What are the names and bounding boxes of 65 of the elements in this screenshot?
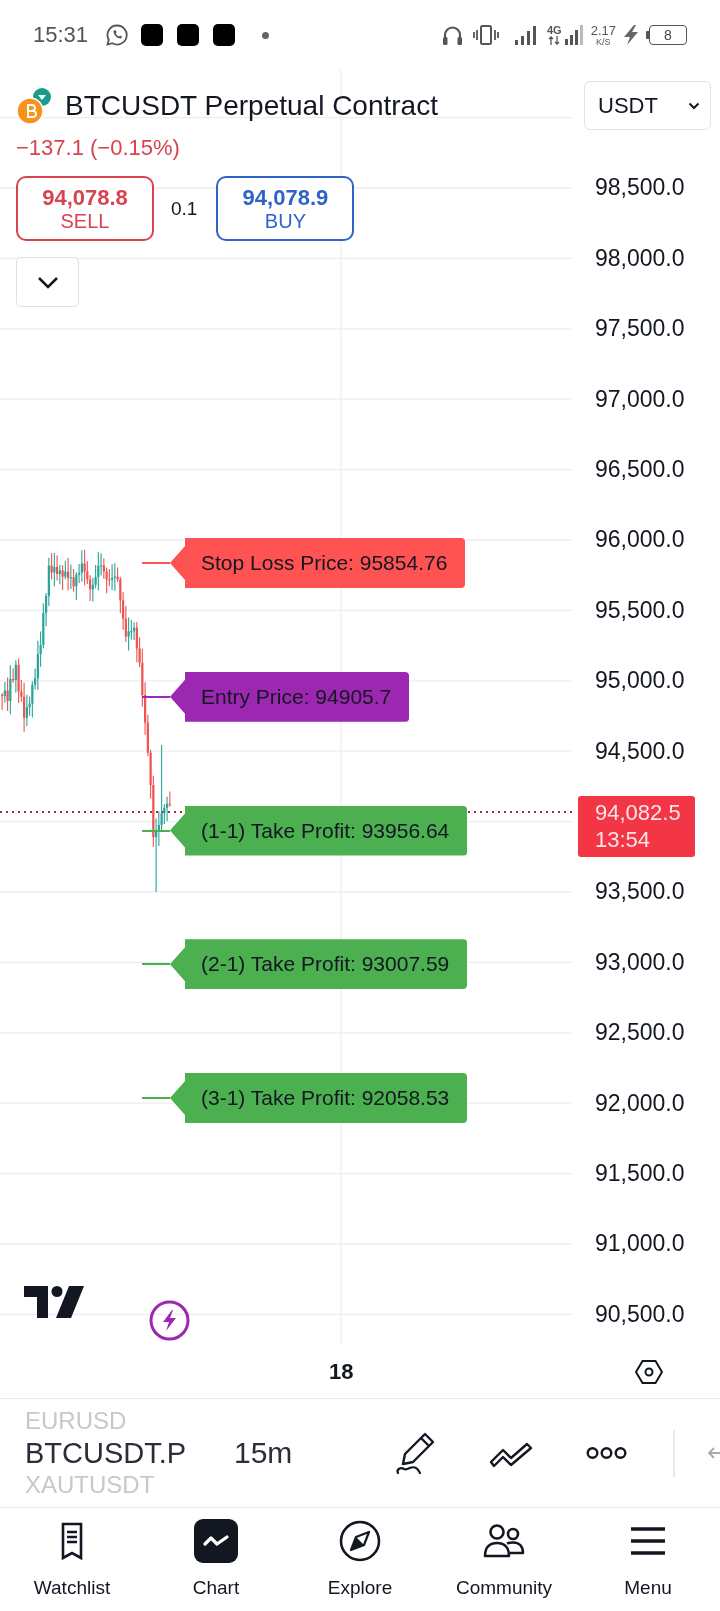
signal-icon (563, 24, 584, 46)
chat-bubble-icon (106, 24, 129, 46)
signal-icon (514, 24, 537, 46)
order-quantity: 0.1 (171, 197, 198, 220)
current-price: 94,082.5 (595, 799, 682, 826)
price-axis-label: 97,000.0 (595, 385, 685, 413)
nav-tab[interactable]: Chart (144, 1508, 288, 1611)
leader-line (142, 562, 170, 564)
leader-line (142, 1097, 170, 1099)
data-arrows-icon (548, 36, 561, 45)
price-axis-label: 98,000.0 (595, 244, 685, 272)
price-axis-label: 93,500.0 (595, 878, 685, 906)
order-price-label[interactable]: Stop Loss Price: 95854.76 (170, 538, 466, 588)
price-axis-label: 96,000.0 (595, 526, 685, 554)
price-axis-label: 91,500.0 (595, 1159, 685, 1187)
time-axis-label: 18 (329, 1358, 354, 1385)
nav-tab[interactable]: Explore (288, 1508, 432, 1611)
nav-tab[interactable]: Menu (576, 1508, 720, 1611)
price-axis-label: 92,000.0 (595, 1089, 685, 1117)
price-axis-label: 96,500.0 (595, 456, 685, 484)
contract-title: BTCUSDT Perpetual Contract (65, 89, 438, 122)
price-axis-label: 94,500.0 (595, 737, 685, 765)
price-axis-label: 95,000.0 (595, 667, 685, 695)
price-axis-label: 92,500.0 (595, 1019, 685, 1047)
speed-unit: K/S (596, 36, 611, 47)
order-price-label[interactable]: (2-1) Take Profit: 93007.59 (170, 939, 468, 990)
hexagon-icon[interactable] (635, 1357, 663, 1386)
nav-tab[interactable]: Watchlist (0, 1508, 144, 1611)
price-axis-label: 91,000.0 (595, 1230, 685, 1258)
price-axis-label: 95,500.0 (595, 596, 685, 624)
chevron-down-icon (688, 101, 700, 110)
dot-icon (262, 31, 270, 39)
clock-time: 15:31 (33, 22, 89, 48)
pencil-icon[interactable] (395, 1431, 437, 1475)
currency-dropdown[interactable]: USDT (584, 81, 711, 130)
interval-button[interactable]: 15m (234, 1436, 293, 1470)
battery-level: 8 (664, 27, 672, 43)
buy-button[interactable]: 94,078.9 BUY (216, 176, 355, 241)
price-axis-label: 90,500.0 (595, 1300, 685, 1328)
price-axis-label: 98,500.0 (595, 174, 685, 202)
sell-button[interactable]: 94,078.8 SELL (16, 176, 154, 241)
charging-icon (621, 24, 641, 46)
order-price-label[interactable]: (1-1) Take Profit: 93956.64 (170, 805, 468, 856)
bar-countdown: 13:54 (595, 826, 652, 853)
leader-line (142, 829, 170, 832)
more-icon[interactable] (586, 1446, 627, 1460)
leader-line (142, 963, 170, 966)
symbol-option[interactable]: BTCUSDT.P (25, 1436, 187, 1470)
coin-icon (16, 86, 52, 125)
lightning-icon[interactable] (149, 1300, 190, 1341)
app-icon (177, 24, 200, 46)
network-type: 4G (547, 25, 562, 36)
price-change: −137.1 (−0.15%) (16, 134, 180, 162)
chevron-down-icon (36, 275, 59, 289)
app-icon (141, 24, 164, 46)
nav-tab[interactable]: Community (432, 1508, 576, 1611)
leader-line (142, 695, 170, 698)
price-axis-label: 93,000.0 (595, 948, 685, 976)
price-axis-label: 97,500.0 (595, 315, 685, 343)
speed-value: 2.17 (590, 23, 616, 37)
app-icon (213, 24, 236, 46)
headphones-icon (442, 24, 463, 46)
vibrate-icon (472, 24, 500, 46)
order-price-label[interactable]: (3-1) Take Profit: 92058.53 (170, 1073, 468, 1123)
logo-icon (24, 1286, 84, 1318)
